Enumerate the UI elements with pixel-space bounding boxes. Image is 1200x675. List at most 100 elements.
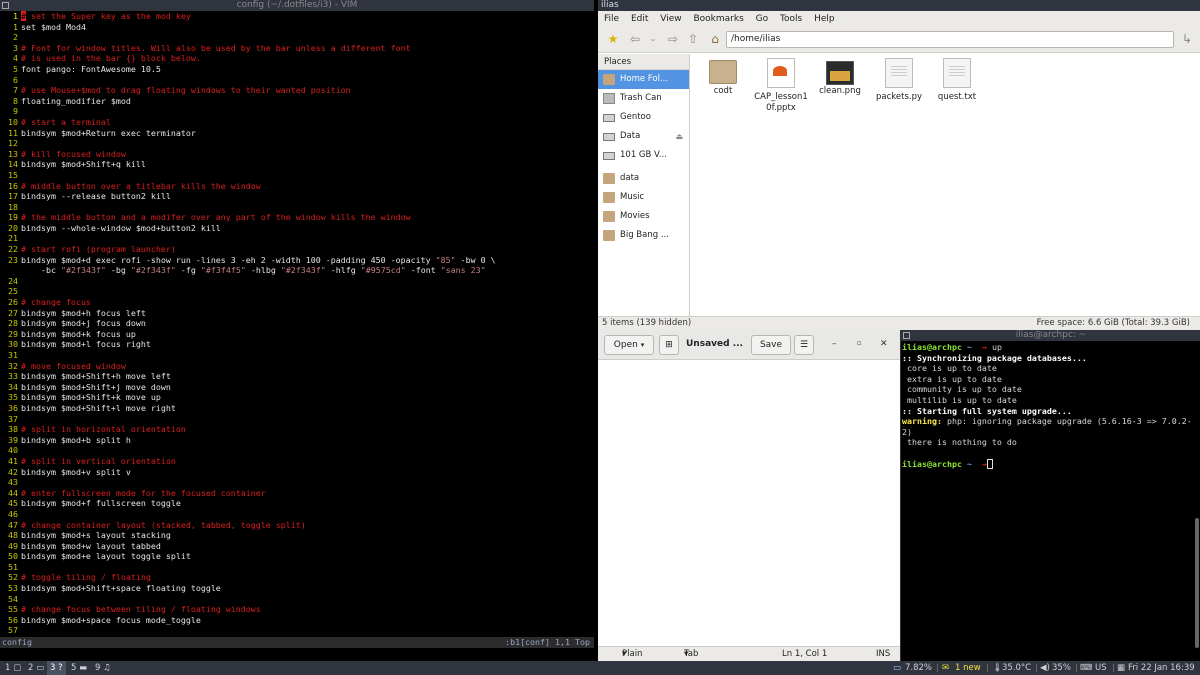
code-text: bindsym $mod+j focus down xyxy=(21,318,146,329)
vim-command-line[interactable] xyxy=(0,648,594,661)
forward-icon[interactable]: ⇨ xyxy=(666,32,680,46)
file-item[interactable]: quest.txt xyxy=(928,58,986,103)
file-item[interactable]: packets.py xyxy=(870,58,928,103)
file-item[interactable]: codt xyxy=(694,58,752,97)
vim-line: 32 # move focused window xyxy=(0,361,594,372)
code-comment: # change focus xyxy=(21,297,91,308)
place-item[interactable]: Music xyxy=(598,188,689,207)
line-number: 46 xyxy=(8,508,18,519)
datetime: Fri 22 Jan 16:39 xyxy=(1128,663,1195,673)
vim-line: -bc "#2f343f" -bg "#2f343f" -fg "#f3f4f5… xyxy=(0,265,594,276)
code-comment: # enter fullscreen mode for the focused … xyxy=(21,487,266,498)
workspace-button[interactable]: 3 ? xyxy=(47,661,66,675)
place-label: Data xyxy=(620,131,641,141)
gedit-window[interactable]: Open ▾ ⊞ Unsaved ... Save ☰ – ▫ ✕ Plain … xyxy=(598,330,900,673)
place-item[interactable]: Trash Can xyxy=(598,89,689,108)
place-item[interactable]: Movies xyxy=(598,207,689,226)
menu-view[interactable]: View xyxy=(660,14,681,24)
output-text: :: Starting full system upgrade... xyxy=(902,405,1072,416)
open-button[interactable]: Open ▾ xyxy=(604,335,654,355)
line-number: 39 xyxy=(8,434,18,445)
new-tab-button[interactable]: ⊞ xyxy=(659,335,679,355)
vim-line: 2 xyxy=(0,32,594,43)
terminal-title-bar[interactable]: ilias@archpc: ~ xyxy=(901,330,1200,341)
place-item[interactable]: data xyxy=(598,169,689,188)
chevron-down-icon: ▾ xyxy=(640,341,645,349)
place-item[interactable]: Home Fol... xyxy=(598,70,689,89)
string-literal: "#2f343f" xyxy=(280,265,326,276)
line-number: 32 xyxy=(8,360,18,371)
history-dropdown-icon[interactable]: ⌄ xyxy=(646,32,660,46)
menu-bookmarks[interactable]: Bookmarks xyxy=(693,14,743,24)
menu-help[interactable]: Help xyxy=(814,14,835,24)
place-label: Gentoo xyxy=(620,112,651,122)
code-text: bindsym $mod+Shift+j move down xyxy=(21,381,171,392)
vim-line: 4 # is used in the bar {} block below. xyxy=(0,53,594,64)
vim-line: 5 font pango: FontAwesome 10.5 xyxy=(0,64,594,75)
place-item[interactable]: Data ⏏ xyxy=(598,127,689,146)
go-icon[interactable]: ↳ xyxy=(1180,32,1194,46)
back-icon[interactable]: ⇦ xyxy=(628,32,642,46)
workspace-button[interactable]: 9 ♫ xyxy=(92,661,114,675)
menu-tools[interactable]: Tools xyxy=(780,14,802,24)
place-label: Movies xyxy=(620,211,650,221)
line-number: 8 xyxy=(13,95,18,106)
line-number: 5 xyxy=(13,63,18,74)
terminal-line: core is up to date xyxy=(902,363,997,374)
command-text: up xyxy=(991,342,1002,352)
vim-window[interactable]: config (~/.dotfiles/i3) - VIM 1 # set the… xyxy=(0,0,594,661)
eject-icon[interactable]: ⏏ xyxy=(675,127,683,146)
workspace-button[interactable]: 5 ▬ xyxy=(68,661,90,675)
line-number: 3 xyxy=(13,42,18,53)
menu-button[interactable]: ☰ xyxy=(794,335,814,355)
code-comment: # Font for window titles. Will also be u… xyxy=(21,42,411,53)
close-icon[interactable]: ✕ xyxy=(880,339,888,349)
place-item[interactable]: 101 GB V... xyxy=(598,146,689,165)
file-item[interactable]: CAP_lesson10f.pptx xyxy=(752,58,810,113)
workspace-button[interactable]: 1 ▢ xyxy=(2,661,24,675)
vim-line: 3 # Font for window titles. Will also be … xyxy=(0,43,594,54)
place-item[interactable]: Big Bang ... xyxy=(598,226,689,245)
separator xyxy=(1036,664,1037,672)
file-item[interactable]: clean.png xyxy=(811,58,869,97)
place-item[interactable]: Gentoo xyxy=(598,108,689,127)
menu-go[interactable]: Go xyxy=(756,14,768,24)
vim-line: 9 xyxy=(0,106,594,117)
workspace-button[interactable]: 2 ▭ xyxy=(25,661,47,675)
file-manager-window[interactable]: ilias File Edit View Bookmarks Go Tools … xyxy=(598,0,1200,330)
save-button[interactable]: Save xyxy=(751,335,791,355)
menu-edit[interactable]: Edit xyxy=(631,14,648,24)
terminal-window[interactable]: ilias@archpc: ~ ilias@archpc ~ → up :: S… xyxy=(900,330,1200,661)
gedit-text-area[interactable] xyxy=(598,361,900,646)
code-comment: # change focus between tiling / floating… xyxy=(21,604,261,615)
vim-line: 50 bindsym $mod+e layout toggle split xyxy=(0,551,594,562)
line-number: 37 xyxy=(8,413,18,424)
battery-icon: ▭ xyxy=(893,663,902,673)
language-selector[interactable]: Plain Text ▾ xyxy=(622,647,642,673)
minimize-icon[interactable]: – xyxy=(832,339,837,349)
home-icon[interactable]: ⌂ xyxy=(708,32,722,46)
location-bar[interactable]: /home/ilias xyxy=(726,31,1174,48)
vim-line: 33 bindsym $mod+Shift+h move left xyxy=(0,371,594,382)
up-icon[interactable]: ⇧ xyxy=(686,32,700,46)
new-tab-icon[interactable]: ★ xyxy=(606,32,620,46)
vim-line: 48 bindsym $mod+s layout stacking xyxy=(0,530,594,541)
vim-statusline: config :b1[conf] 1,1 Top xyxy=(0,637,594,648)
fm-title-bar[interactable]: ilias xyxy=(598,0,1200,11)
terminal-output[interactable]: ilias@archpc ~ → up :: Synchronizing pac… xyxy=(901,342,1193,469)
fm-status-items: 5 items (139 hidden) xyxy=(602,318,692,328)
tab-width-selector[interactable]: Tab Width: 8 ▾ xyxy=(684,647,712,673)
code-text: bindsym $mod+v split v xyxy=(21,466,131,477)
folder-icon xyxy=(603,192,615,203)
maximize-icon[interactable]: ▫ xyxy=(857,339,862,347)
terminal-scrollbar[interactable] xyxy=(1195,518,1199,648)
window-icon xyxy=(903,332,910,339)
vim-buffer[interactable]: 1 # set the Super key as the mod key 1 set … xyxy=(0,11,594,637)
vim-title-bar[interactable]: config (~/.dotfiles/i3) - VIM xyxy=(0,0,594,11)
code-text: bindsym $mod+Shift+l move right xyxy=(21,402,176,413)
file-grid[interactable]: codt CAP_lesson10f.pptx clean.png packets.p… xyxy=(694,54,1200,316)
terminal-prompt[interactable]: ilias@archpc ~ → xyxy=(902,458,1193,470)
menu-file[interactable]: File xyxy=(604,14,619,24)
line-number: 40 xyxy=(8,445,18,456)
